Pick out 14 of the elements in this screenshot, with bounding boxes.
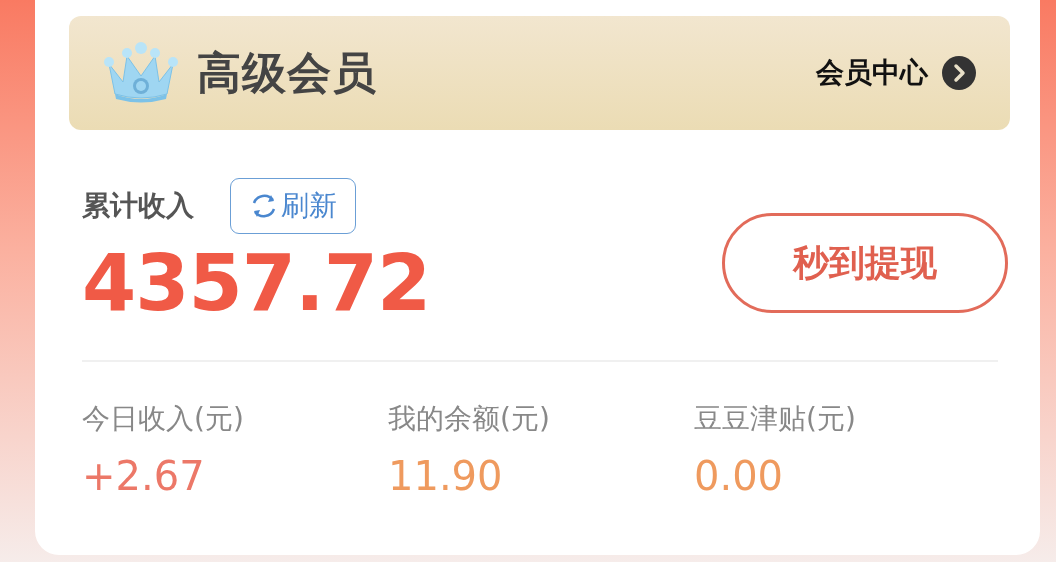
withdraw-button[interactable]: 秒到提现	[722, 213, 1008, 313]
refresh-button[interactable]: 刷新	[230, 178, 356, 234]
stat-value: 0.00	[694, 456, 784, 496]
stat-value: +2.67	[82, 456, 205, 496]
stat-label: 豆豆津贴(元)	[694, 401, 856, 437]
stat-label: 我的余额(元)	[388, 401, 550, 437]
total-income-label: 累计收入	[82, 188, 194, 224]
member-center-link[interactable]: 会员中心	[816, 54, 976, 92]
stat-label: 今日收入(元)	[82, 401, 244, 437]
chevron-right-icon	[942, 56, 976, 90]
crown-icon	[103, 42, 179, 104]
total-income-amount: 4357.72	[82, 244, 431, 322]
member-title: 高级会员	[197, 45, 377, 100]
stat-value: 11.90	[388, 456, 503, 496]
